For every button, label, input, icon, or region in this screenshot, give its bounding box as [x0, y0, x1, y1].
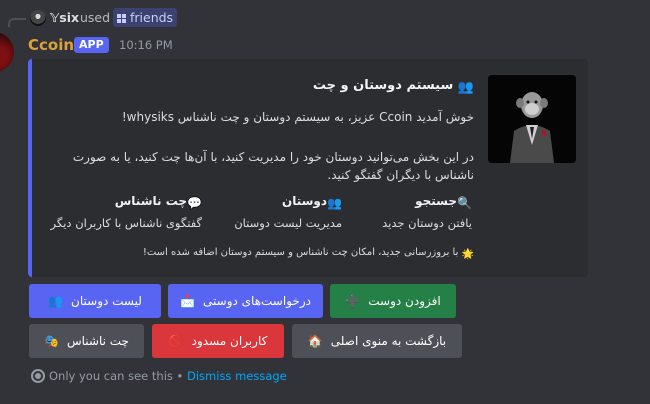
ephemeral-separator: • — [176, 369, 184, 383]
back-to-main-menu-button[interactable]: بازگشت به منوی اصلی 🏠 — [292, 324, 462, 358]
back-to-main-menu-label: بازگشت به منوی اصلی — [330, 334, 447, 348]
embed-title-text: سیستم دوستان و چت — [312, 78, 454, 93]
speech-bubble-icon: 💬 — [187, 196, 202, 210]
user-avatar[interactable] — [30, 10, 46, 26]
glowing-star-icon: 🌟 — [461, 249, 474, 260]
embed-description-line-1: در این بخش می‌توانید دوستان خود را مدیری… — [72, 150, 474, 164]
embed-welcome: خوش آمدید Ccoin عزیز، به سیستم دوستان و … — [121, 110, 474, 124]
ephemeral-text: Only you can see this — [49, 369, 173, 383]
field-name: دوستان — [281, 194, 328, 208]
anonymous-chat-button[interactable]: چت ناشناس 🎭 — [29, 324, 144, 358]
embed-title: 👥 سیستم دوستان و چت — [313, 78, 474, 95]
app-badge: APP — [74, 37, 109, 53]
field-value: یافتن دوستان جدید — [382, 216, 472, 230]
blocked-users-button[interactable]: کاربران مسدود 🚫 — [152, 324, 284, 358]
embed-field-friends: 👥دوستان مدیریت لیست دوستان — [232, 194, 342, 230]
embed-field-search: 🔍جستجو یافتن دوستان جدید — [362, 194, 472, 230]
busts-icon: 👥 — [327, 196, 342, 210]
embed-fields: 🔍جستجو یافتن دوستان جدید 👥دوستان مدیریت … — [32, 194, 472, 244]
friend-requests-button[interactable]: درخواست‌های دوستی 📩 — [168, 284, 323, 318]
command-username[interactable]: 𝕐six — [50, 10, 79, 25]
plus-icon: ➕ — [345, 294, 361, 308]
anonymous-chat-label: چت ناشناس — [66, 334, 129, 348]
eye-icon — [31, 369, 45, 383]
monkey-suit-image — [488, 75, 576, 163]
magnifier-icon: 🔍 — [457, 196, 472, 210]
field-name: جستجو — [415, 194, 458, 208]
dismiss-message-link[interactable]: Dismiss message — [187, 369, 287, 383]
command-used-text: used — [80, 10, 111, 25]
add-friend-label: افزودن دوست — [368, 294, 441, 308]
embed-footer: 🌟 با بروزرسانی جدید، امکان چت ناشناس و س… — [143, 247, 474, 260]
friends-list-button[interactable]: لیست دوستان 👥 — [29, 284, 161, 318]
masks-icon: 🎭 — [44, 334, 59, 348]
field-value: مدیریت لیست دوستان — [234, 216, 342, 230]
busts-icon: 👥 — [457, 80, 474, 95]
field-value: گفتگوی ناشناس با کاربران دیگر — [50, 216, 202, 230]
blocked-users-label: کاربران مسدود — [191, 334, 268, 348]
bot-name[interactable]: Ccoin — [28, 36, 74, 54]
field-name: چت ناشناس — [114, 194, 188, 208]
embed-field-anon-chat: 💬چت ناشناس گفتگوی ناشناس با کاربران دیگر — [42, 194, 202, 230]
add-friend-button[interactable]: افزودن دوست ➕ — [330, 284, 456, 318]
house-icon: 🏠 — [307, 334, 323, 348]
friends-list-label: لیست دوستان — [71, 294, 142, 308]
timestamp[interactable]: 10:16 PM — [119, 38, 173, 52]
no-entry-icon: 🚫 — [168, 334, 184, 348]
command-reply-line: 𝕐six used friends — [0, 7, 650, 29]
friends-embed: 👥 سیستم دوستان و چت خوش آمدید Ccoin عزیز… — [28, 59, 588, 277]
command-name: friends — [130, 10, 174, 25]
command-pill[interactable]: friends — [113, 8, 178, 27]
friend-requests-label: درخواست‌های دوستی — [203, 294, 311, 308]
embed-thumbnail[interactable] — [488, 75, 576, 163]
busts-icon: 👥 — [48, 294, 64, 308]
app-command-icon — [117, 14, 126, 23]
ephemeral-notice: Only you can see this • Dismiss message — [31, 369, 287, 383]
bot-avatar[interactable] — [0, 32, 14, 72]
embed-footer-text: با بروزرسانی جدید، امکان چت ناشناس و سیس… — [142, 247, 459, 258]
reply-spine — [8, 18, 26, 27]
inbox-envelope-icon: 📩 — [180, 294, 196, 308]
embed-description-line-2: ناشناس با دیگران گفتگو کنید. — [327, 168, 474, 182]
